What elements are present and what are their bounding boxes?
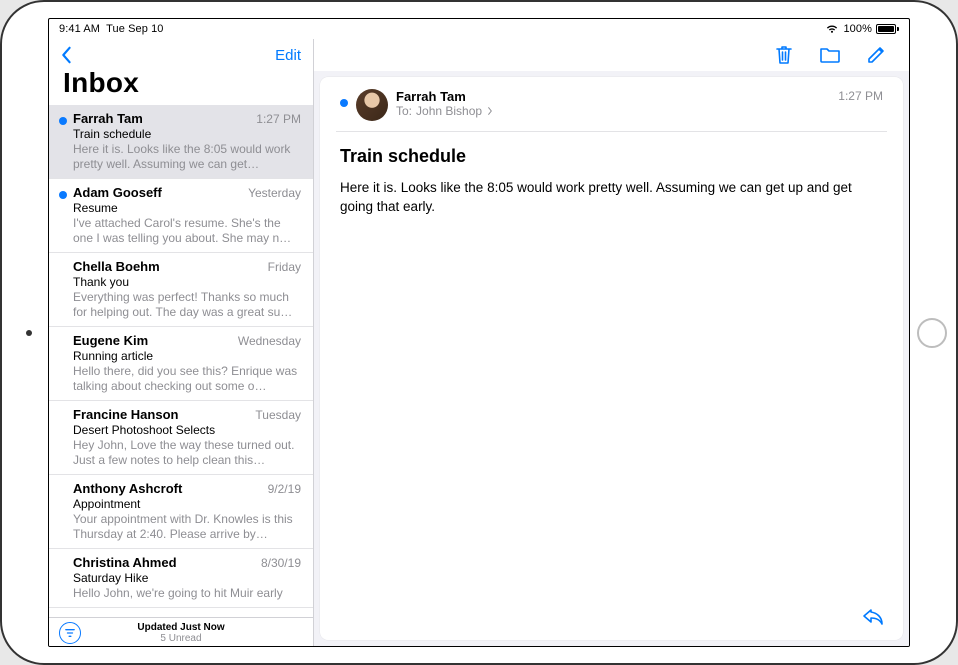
message-time: 1:27 PM — [256, 112, 301, 126]
move-folder-button[interactable] — [819, 44, 841, 66]
message-from: Chella Boehm — [73, 259, 160, 274]
edit-button[interactable]: Edit — [275, 47, 301, 64]
detail-pane: Farrah Tam To: John Bishop 1:27 PM Train… — [314, 39, 909, 646]
message-preview: I've attached Carol's resume. She's the … — [73, 216, 301, 246]
message-subject: Desert Photoshoot Selects — [73, 423, 301, 437]
message-preview: Hello there, did you see this? Enrique w… — [73, 364, 301, 394]
message-time: Wednesday — [238, 334, 301, 348]
message-from: Eugene Kim — [73, 333, 148, 348]
message-time: Tuesday — [255, 408, 301, 422]
detail-subject: Train schedule — [340, 132, 883, 179]
home-button[interactable] — [917, 318, 947, 348]
to-name: John Bishop — [416, 104, 482, 118]
message-item[interactable]: Anthony Ashcroft 9/2/19AppointmentYour ap… — [49, 475, 313, 549]
message-time: Friday — [268, 260, 301, 274]
message-time: 8/30/19 — [261, 556, 301, 570]
message-from: Anthony Ashcroft — [73, 481, 182, 496]
message-preview: Here it is. Looks like the 8:05 would wo… — [73, 142, 301, 172]
detail-from[interactable]: Farrah Tam — [396, 89, 830, 104]
footer-updated: Updated Just Now — [81, 622, 281, 633]
message-item[interactable]: Farrah Tam 1:27 PMTrain scheduleHere it i… — [49, 105, 313, 179]
message-from: Christina Ahmed — [73, 555, 177, 570]
message-preview: Hello John, we're going to hit Muir earl… — [73, 586, 301, 601]
message-preview: Hey John, Love the way these turned out.… — [73, 438, 301, 468]
back-button[interactable] — [55, 44, 77, 66]
message-item[interactable]: Chella Boehm FridayThank youEverything wa… — [49, 253, 313, 327]
wifi-icon — [825, 24, 839, 34]
message-subject: Train schedule — [73, 127, 301, 141]
message-subject: Running article — [73, 349, 301, 363]
message-subject: Appointment — [73, 497, 301, 511]
message-subject: Resume — [73, 201, 301, 215]
sidebar: Edit Inbox Farrah Tam 1:27 PMTrain schedu… — [49, 39, 314, 646]
message-item[interactable]: Eugene Kim WednesdayRunning articleHello … — [49, 327, 313, 401]
message-from: Adam Gooseff — [73, 185, 162, 200]
message-preview: Everything was perfect! Thanks so much f… — [73, 290, 301, 320]
sender-avatar[interactable] — [356, 89, 388, 121]
message-item[interactable]: Christina Ahmed 8/30/19Saturday HikeHello… — [49, 549, 313, 608]
delete-button[interactable] — [773, 44, 795, 66]
chevron-right-icon — [486, 107, 494, 115]
message-time: 9/2/19 — [268, 482, 301, 496]
status-date: Tue Sep 10 — [106, 23, 163, 35]
status-bar: 9:41 AM Tue Sep 10 100% — [49, 19, 909, 39]
message-time: Yesterday — [248, 186, 301, 200]
filter-button[interactable] — [59, 622, 81, 644]
message-list: Farrah Tam 1:27 PMTrain scheduleHere it i… — [49, 105, 313, 617]
detail-body: Here it is. Looks like the 8:05 would wo… — [340, 179, 883, 217]
detail-recipients[interactable]: To: John Bishop — [396, 104, 830, 118]
unread-indicator — [340, 99, 348, 107]
message-preview: Your appointment with Dr. Knowles is thi… — [73, 512, 301, 542]
message-from: Farrah Tam — [73, 111, 143, 126]
message-subject: Saturday Hike — [73, 571, 301, 585]
message-item[interactable]: Adam Gooseff YesterdayResumeI've attached… — [49, 179, 313, 253]
message-from: Francine Hanson — [73, 407, 178, 422]
battery-percent: 100% — [843, 23, 872, 35]
status-time: 9:41 AM — [59, 23, 100, 35]
unread-dot-icon — [59, 117, 67, 125]
compose-button[interactable] — [865, 44, 887, 66]
detail-time: 1:27 PM — [838, 89, 883, 103]
footer-unread-count: 5 Unread — [81, 633, 281, 644]
reply-button[interactable] — [861, 606, 885, 630]
message-item[interactable]: Francine Hanson TuesdayDesert Photoshoot … — [49, 401, 313, 475]
inbox-title: Inbox — [49, 67, 313, 105]
message-subject: Thank you — [73, 275, 301, 289]
battery-icon — [876, 24, 899, 34]
unread-dot-icon — [59, 191, 67, 199]
to-label: To: — [396, 104, 412, 118]
